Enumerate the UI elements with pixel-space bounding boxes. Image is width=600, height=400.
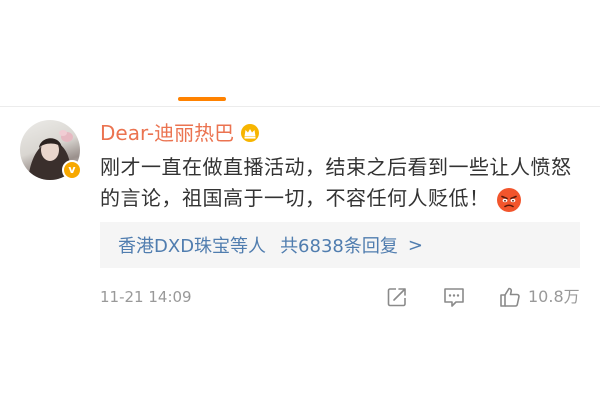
angry-face-emoji — [496, 187, 521, 212]
comment-text: 刚才一直在做直播活动，结束之后看到一些让人愤怒的言论，祖国高于一切，不容任何人贬… — [100, 152, 590, 214]
like-count: 10.8万 — [528, 287, 580, 306]
active-tab-indicator — [178, 97, 226, 101]
header-divider — [0, 106, 600, 107]
replies-link[interactable]: 香港DXD珠宝等人 共6838条回复 > — [100, 222, 580, 268]
timestamp: 11-21 14:09 — [100, 288, 192, 306]
like-button[interactable]: 10.8万 — [498, 286, 580, 308]
username-row: Dear-迪丽热巴 — [100, 120, 260, 146]
comment-icon — [444, 288, 464, 307]
comment-footer: 11-21 14:09 10.8万 — [100, 286, 590, 308]
reply-count: 共6838条回复 — [280, 236, 398, 257]
username[interactable]: Dear-迪丽热巴 — [100, 120, 234, 146]
share-button[interactable] — [386, 286, 408, 308]
reply-users: 香港DXD珠宝等人 — [118, 236, 267, 257]
comment-button[interactable] — [442, 286, 466, 308]
comment-page: v Dear-迪丽热巴 刚才一直在做直播活动，结束之后看到一些让人愤怒的言论，祖… — [0, 0, 600, 400]
chevron-right-icon: > — [407, 234, 423, 256]
verified-badge-icon: v — [62, 160, 82, 180]
crown-icon — [241, 124, 260, 142]
like-icon — [500, 287, 520, 307]
share-icon — [387, 288, 406, 307]
